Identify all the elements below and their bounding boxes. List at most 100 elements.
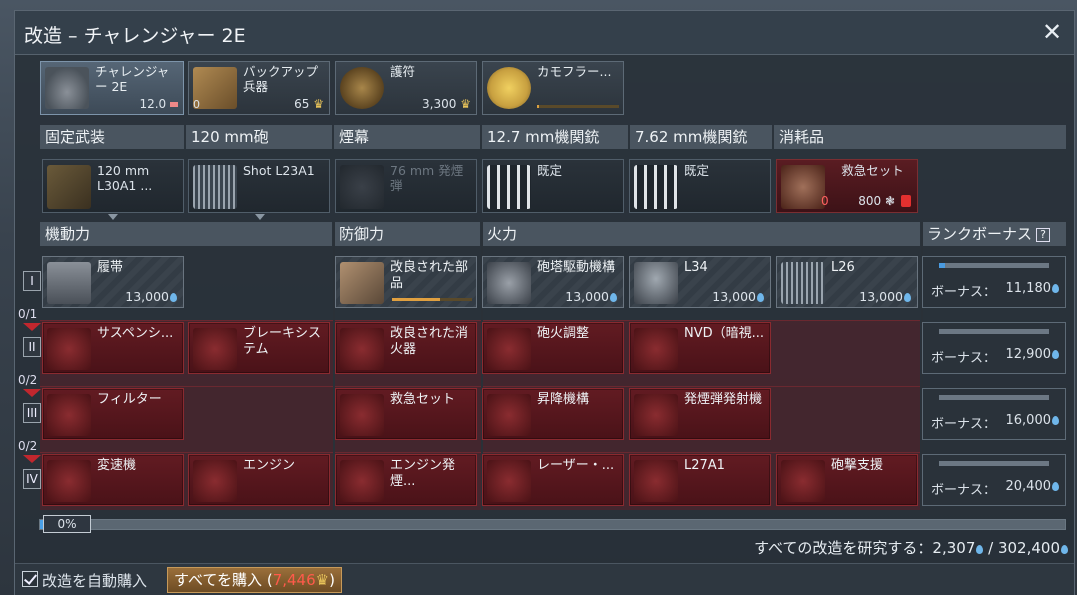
header-mobility: 機動力	[40, 222, 332, 246]
auto-buy-checkbox[interactable]	[22, 571, 38, 587]
camouflage-card[interactable]: カモフラー...	[482, 61, 624, 115]
mod-engine-smoke[interactable]: エンジン発煙...	[335, 454, 477, 506]
weapon-smoke[interactable]: 76 mm 発煙弾	[335, 159, 477, 213]
rank-flag-icon	[170, 102, 178, 107]
mod-l34[interactable]: L34 13,000	[629, 256, 771, 308]
weapon-shell[interactable]: Shot L23A1	[188, 159, 330, 213]
mod-l34-cost: 13,000	[712, 289, 756, 304]
bottom-bar: 改造を自動購入 すべてを購入 (7,446♛)	[15, 563, 1074, 595]
buy-all-label: すべてを購入	[174, 571, 263, 589]
mod-medkit-label: 救急セット	[390, 392, 456, 407]
modifications-window: 改造 – チャレンジャー 2E ✕ チャレンジャー 2E 12.0 バックアップ…	[14, 10, 1075, 595]
expand-arrow-icon[interactable]	[255, 214, 265, 220]
shell-icon	[634, 262, 678, 304]
mod-brake-system[interactable]: ブレーキシステム	[188, 322, 330, 374]
mod-fire-extinguisher[interactable]: 改良された消火器	[335, 322, 477, 374]
mod-nvd[interactable]: NVD（暗視...	[629, 322, 771, 374]
expand-arrow-icon[interactable]	[108, 214, 118, 220]
close-icon[interactable]: ✕	[1040, 20, 1064, 44]
header-rank-bonus: ランクボーナス?	[922, 222, 1066, 246]
vehicle-card[interactable]: チャレンジャー 2E 12.0	[40, 61, 184, 115]
smoke-launcher-icon	[634, 394, 678, 436]
backup-weapon-price: 65	[294, 97, 310, 111]
medkit-count: 0	[821, 194, 829, 208]
buy-all-button[interactable]: すべてを購入 (7,446♛)	[167, 567, 342, 593]
window-title: 改造 – チャレンジャー 2E	[24, 25, 246, 47]
research-progress-percent: 0%	[43, 515, 91, 533]
header-762mm-mg: 7.62 mm機関銃	[630, 125, 772, 149]
brake-icon	[193, 328, 237, 370]
bonus-progress	[939, 461, 1049, 466]
wrench-icon	[487, 328, 531, 370]
golden-eagle-icon: ♛	[313, 97, 324, 111]
help-icon[interactable]: ?	[1036, 228, 1051, 242]
mod-suspension[interactable]: サスペンシ...	[42, 322, 184, 374]
rank-bonus-4: ボーナス： 20,400	[922, 454, 1066, 506]
mod-tracks[interactable]: 履帯 13,000	[42, 256, 184, 308]
weapon-cannon[interactable]: 120 mm L30A1 ...	[42, 159, 184, 213]
mod-engine[interactable]: エンジン	[188, 454, 330, 506]
research-point-icon	[976, 545, 984, 554]
mod-transmission[interactable]: 変速機	[42, 454, 184, 506]
mod-fire-extinguisher-label: 改良された消火器	[390, 326, 469, 357]
mod-l27a1[interactable]: L27A1	[629, 454, 771, 506]
research-point-icon	[1052, 482, 1059, 491]
rank-4-numeral: IV	[23, 469, 41, 489]
mod-laser-label: レーザー・...	[537, 458, 615, 473]
arrow-down-icon	[23, 389, 41, 397]
header-120mm-gun: 120 mm砲	[186, 125, 332, 149]
smoke-icon	[340, 165, 384, 209]
mod-artillery[interactable]: 砲撃支援	[776, 454, 918, 506]
mod-filter[interactable]: フィルター	[42, 388, 184, 440]
mod-elevation-label: 昇降機構	[537, 392, 590, 407]
consumable-medkit[interactable]: 救急セット 0 800 ❃	[776, 159, 918, 213]
talisman-card[interactable]: 護符 3,300 ♛	[335, 61, 477, 115]
research-point-icon	[1052, 284, 1059, 293]
bonus-label: ボーナス：	[931, 351, 997, 366]
mod-medkit[interactable]: 救急セット	[335, 388, 477, 440]
title-bar: 改造 – チャレンジャー 2E ✕	[15, 11, 1074, 55]
medkit-icon	[340, 394, 384, 436]
extinguisher-icon	[340, 328, 384, 370]
mod-l26[interactable]: L26 13,000	[776, 256, 918, 308]
mod-improved-parts-progress	[392, 298, 472, 301]
bonus-progress	[939, 263, 1049, 268]
mod-turret-drive[interactable]: 砲塔駆動機構 13,000	[482, 256, 624, 308]
header-smoke: 煙幕	[334, 125, 480, 149]
talisman-label: 護符	[390, 64, 416, 79]
mod-l26-label: L26	[831, 260, 855, 275]
weapon-127mg[interactable]: 既定	[482, 159, 624, 213]
weapon-127mg-label: 既定	[537, 163, 563, 178]
medkit-icon	[781, 165, 825, 209]
research-point-icon	[610, 293, 617, 302]
bonus-value: 11,180	[1005, 281, 1052, 296]
mod-fire-adjustment[interactable]: 砲火調整	[482, 322, 624, 374]
weapon-cannon-label: 120 mm L30A1 ...	[97, 163, 153, 193]
mod-elevation[interactable]: 昇降機構	[482, 388, 624, 440]
mod-turret-drive-label: 砲塔駆動機構	[537, 260, 616, 275]
mod-improved-parts[interactable]: 改良された部品	[335, 256, 477, 308]
talisman-icon	[340, 67, 384, 109]
golden-eagle-icon: ♛	[460, 97, 471, 111]
rank-2-progress: 0/2	[18, 373, 38, 387]
mod-smoke-launcher[interactable]: 発煙弾発射機	[629, 388, 771, 440]
research-progress-bar	[39, 519, 1066, 530]
engine-icon	[193, 460, 237, 502]
bonus-label: ボーナス：	[931, 483, 997, 498]
weapon-762mg[interactable]: 既定	[629, 159, 771, 213]
research-total: 302,400	[997, 539, 1060, 557]
rank-bonus-2: ボーナス： 12,900	[922, 322, 1066, 374]
backup-weapon-card[interactable]: バックアップ兵器 0 65 ♛	[188, 61, 330, 115]
mod-laser[interactable]: レーザー・...	[482, 454, 624, 506]
weapon-762mg-label: 既定	[684, 163, 710, 178]
golden-eagle-icon: ♛	[315, 571, 330, 589]
mod-brake-system-label: ブレーキシステム	[243, 326, 322, 357]
mod-fire-adjustment-label: 砲火調整	[537, 326, 590, 341]
research-all[interactable]: すべての改造を研究する：2,307 / 302,400	[754, 537, 1068, 558]
mod-l27a1-label: L27A1	[684, 458, 725, 473]
weapon-smoke-label: 76 mm 発煙弾	[390, 163, 464, 193]
mod-smoke-launcher-label: 発煙弾発射機	[684, 392, 763, 407]
vehicle-name: チャレンジャー 2E	[95, 64, 170, 94]
mod-l34-label: L34	[684, 260, 708, 275]
bonus-label: ボーナス：	[931, 417, 997, 432]
